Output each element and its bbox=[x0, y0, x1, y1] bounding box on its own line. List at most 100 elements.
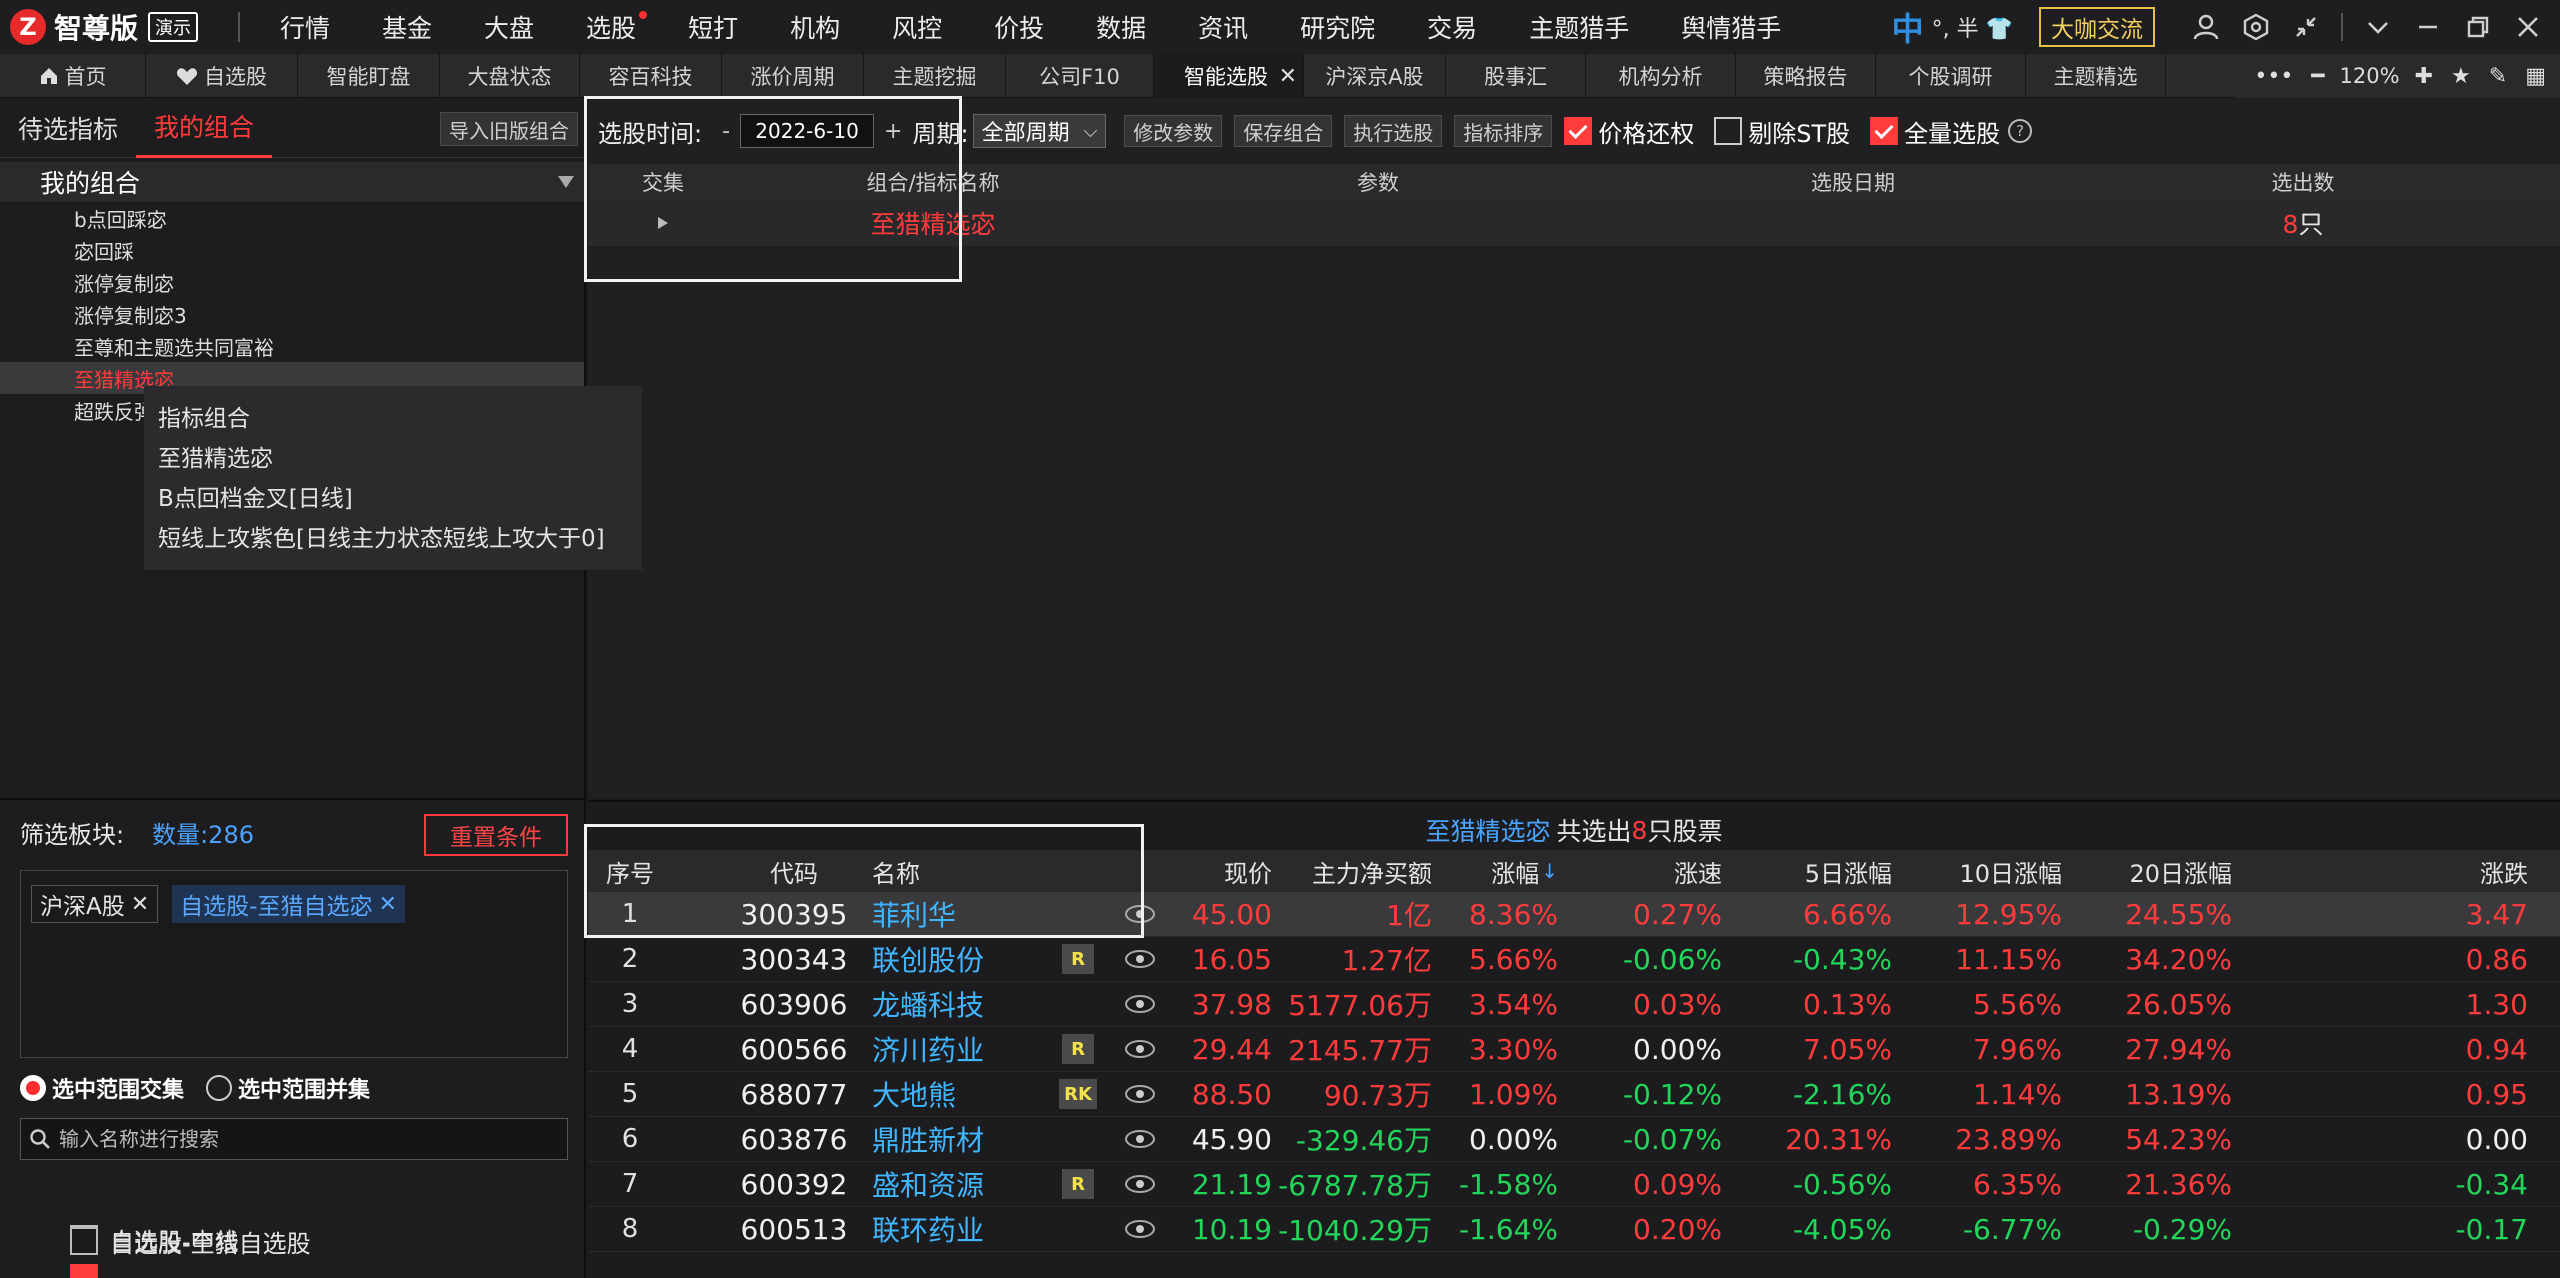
ime-options[interactable]: °, 半 👕 bbox=[1932, 11, 2013, 43]
menu-item-jiatou[interactable]: 价投 bbox=[968, 0, 1070, 54]
cell-name[interactable]: 龙蟠科技 bbox=[864, 982, 1042, 1026]
tab-my-groups[interactable]: 我的组合 bbox=[136, 98, 273, 158]
radio-union[interactable]: 选中范围并集 bbox=[206, 1072, 370, 1104]
table-row[interactable]: 8 600513 联环药业 10.19 -1040.29万 -1.64% 0.20% -4.0… bbox=[588, 1207, 2560, 1252]
menu-item-xuangu[interactable]: 选股 bbox=[560, 0, 662, 54]
eye-icon[interactable] bbox=[1125, 995, 1155, 1013]
menu-item-duanda[interactable]: 短打 bbox=[662, 0, 764, 54]
restore-icon[interactable] bbox=[2458, 7, 2498, 47]
modify-params-button[interactable]: 修改参数 bbox=[1124, 115, 1223, 147]
combo-table-row[interactable]: 至猎精选宓 8只 bbox=[588, 200, 2560, 246]
col-header-select-date[interactable]: 选股日期 bbox=[1628, 167, 2078, 197]
expand-row-icon[interactable] bbox=[588, 216, 738, 230]
reset-conditions-button[interactable]: 重置条件 bbox=[424, 814, 568, 856]
cell-name[interactable]: 联环药业 bbox=[864, 1207, 1042, 1251]
table-row[interactable]: 6 603876 鼎胜新材 45.90 -329.46万 0.00% -0.07% 20.31… bbox=[588, 1117, 2560, 1162]
tab-gushihui[interactable]: 股事汇 bbox=[1446, 54, 1586, 98]
import-old-groups-button[interactable]: 导入旧版组合 bbox=[440, 112, 578, 146]
date-decrement-button[interactable]: - bbox=[722, 119, 730, 144]
col-header-flow[interactable]: 主力净买额 bbox=[1276, 850, 1438, 892]
col-header-params[interactable]: 参数 bbox=[1128, 167, 1628, 197]
col-header-speed[interactable]: 涨速 bbox=[1564, 850, 1728, 892]
table-row[interactable]: 1 300395 菲利华 45.00 1亿 8.36% 0.27% 6.66% 12.95% 24… bbox=[588, 892, 2560, 937]
menu-item-jigou[interactable]: 机构 bbox=[764, 0, 866, 54]
col-header-code[interactable]: 代码 bbox=[724, 850, 864, 892]
star-icon[interactable]: ★ bbox=[2451, 64, 2471, 89]
tab-close-icon[interactable]: ✕ bbox=[1279, 64, 1297, 89]
eye-icon[interactable] bbox=[1125, 1220, 1155, 1238]
col-header-pct[interactable]: 涨幅 ↓ bbox=[1438, 850, 1564, 892]
tab-price-cycle[interactable]: 涨价周期 bbox=[722, 54, 864, 98]
group-item[interactable]: b点回踩宓 bbox=[0, 202, 584, 234]
settings-hex-icon[interactable] bbox=[2236, 7, 2276, 47]
group-item[interactable]: 涨停复制宓 bbox=[0, 266, 584, 298]
menu-item-yanjiuyuan[interactable]: 研究院 bbox=[1274, 0, 1401, 54]
menu-item-shuju[interactable]: 数据 bbox=[1070, 0, 1172, 54]
save-group-button[interactable]: 保存组合 bbox=[1234, 115, 1333, 147]
minimize-icon[interactable] bbox=[2408, 7, 2448, 47]
app-logo[interactable]: Z 智尊版 演示 bbox=[10, 7, 238, 47]
eye-icon[interactable] bbox=[1125, 905, 1155, 923]
ime-indicator[interactable]: 中 bbox=[1892, 4, 1924, 50]
eye-icon[interactable] bbox=[1125, 1040, 1155, 1058]
sector-checkbox-row[interactable]: 自选股-至猎自选股 bbox=[70, 1222, 311, 1260]
menu-item-zixun[interactable]: 资讯 bbox=[1172, 0, 1274, 54]
group-item[interactable]: 至尊和主题选共同富裕 bbox=[0, 330, 584, 362]
search-input[interactable] bbox=[59, 1127, 539, 1151]
tab-company-f10[interactable]: 公司F10 bbox=[1006, 54, 1154, 98]
menu-item-dapan[interactable]: 大盘 bbox=[458, 0, 560, 54]
rating-badge[interactable]: R bbox=[1062, 1169, 1094, 1199]
rating-badge[interactable]: RK bbox=[1059, 1079, 1097, 1109]
radio-intersection[interactable]: 选中范围交集 bbox=[20, 1072, 184, 1104]
tab-candidate-indicators[interactable]: 待选指标 bbox=[0, 98, 136, 158]
tab-theme-mining[interactable]: 主题挖掘 bbox=[864, 54, 1006, 98]
tab-smart-watch[interactable]: 智能盯盘 bbox=[298, 54, 440, 98]
col-header-select-count[interactable]: 选出数 bbox=[2078, 167, 2528, 197]
tab-smart-stock-pick[interactable]: 智能选股 ✕ bbox=[1154, 54, 1304, 98]
close-icon[interactable] bbox=[2508, 7, 2548, 47]
grid-icon[interactable]: ▦ bbox=[2525, 64, 2546, 89]
cell-name[interactable]: 盛和资源 bbox=[864, 1162, 1042, 1206]
col-header-seq[interactable]: 序号 bbox=[588, 850, 672, 892]
tab-market-status[interactable]: 大盘状态 bbox=[440, 54, 580, 98]
table-row[interactable]: 2 300343 联创股份 R 16.05 1.27亿 5.66% -0.06% -0.43% 1… bbox=[588, 937, 2560, 982]
dakaxl-button[interactable]: 大咖交流 bbox=[2039, 7, 2155, 47]
date-increment-button[interactable]: + bbox=[884, 119, 902, 144]
remove-tag-icon[interactable]: ✕ bbox=[131, 892, 149, 917]
zoom-out-icon[interactable]: ━ bbox=[2311, 64, 2324, 89]
menu-item-hangqing[interactable]: 行情 bbox=[254, 0, 356, 54]
chevron-down-icon[interactable] bbox=[2358, 7, 2398, 47]
sector-checkbox-row[interactable] bbox=[70, 1260, 110, 1278]
menu-item-yuqing[interactable]: 舆情猎手 bbox=[1655, 0, 1807, 54]
user-icon[interactable] bbox=[2186, 7, 2226, 47]
run-selection-button[interactable]: 执行选股 bbox=[1344, 115, 1443, 147]
table-row[interactable]: 5 688077 大地熊 RK 88.50 90.73万 1.09% -0.12% -2.16%… bbox=[588, 1072, 2560, 1117]
exclude-st-checkbox[interactable]: 剔除ST股 bbox=[1714, 114, 1850, 149]
tab-a-shares[interactable]: 沪深京A股 bbox=[1304, 54, 1446, 98]
table-row[interactable]: 4 600566 济川药业 R 29.44 2145.77万 3.30% 0.00% 7.05%… bbox=[588, 1027, 2560, 1072]
col-header-name[interactable]: 名称 bbox=[864, 850, 1042, 892]
caret-down-icon[interactable] bbox=[558, 176, 574, 188]
table-row[interactable]: 7 600392 盛和资源 R 21.19 -6787.78万 -1.58% 0.09% -0.… bbox=[588, 1162, 2560, 1207]
cell-name[interactable]: 大地熊 bbox=[864, 1072, 1042, 1116]
shrink-icon[interactable] bbox=[2286, 7, 2326, 47]
col-header-group-name[interactable]: 组合/指标名称 bbox=[738, 167, 1128, 197]
date-field[interactable]: 2022-6-10 bbox=[740, 114, 875, 148]
tab-strategy[interactable]: 策略报告 bbox=[1736, 54, 1876, 98]
group-item[interactable]: 宓回踩 bbox=[0, 234, 584, 266]
col-header-20d[interactable]: 20日涨幅 bbox=[2068, 850, 2238, 892]
menu-item-fengkong[interactable]: 风控 bbox=[866, 0, 968, 54]
rating-badge[interactable]: R bbox=[1062, 944, 1094, 974]
more-icon[interactable]: ••• bbox=[2254, 64, 2293, 89]
group-item[interactable]: 涨停复制宓3 bbox=[0, 298, 584, 330]
col-header-5d[interactable]: 5日涨幅 bbox=[1728, 850, 1898, 892]
remove-tag-icon[interactable]: ✕ bbox=[378, 892, 396, 917]
cell-name[interactable]: 菲利华 bbox=[864, 892, 1042, 936]
pen-icon[interactable]: ✎ bbox=[2489, 64, 2507, 89]
col-header-change[interactable]: 涨跌 bbox=[2238, 850, 2538, 892]
tab-institution[interactable]: 机构分析 bbox=[1586, 54, 1736, 98]
cell-name[interactable]: 联创股份 bbox=[864, 937, 1042, 981]
col-header-intersection[interactable]: 交集 bbox=[588, 167, 738, 197]
eye-icon[interactable] bbox=[1125, 1085, 1155, 1103]
period-select[interactable]: 全部周期 ⌵ bbox=[972, 114, 1107, 148]
